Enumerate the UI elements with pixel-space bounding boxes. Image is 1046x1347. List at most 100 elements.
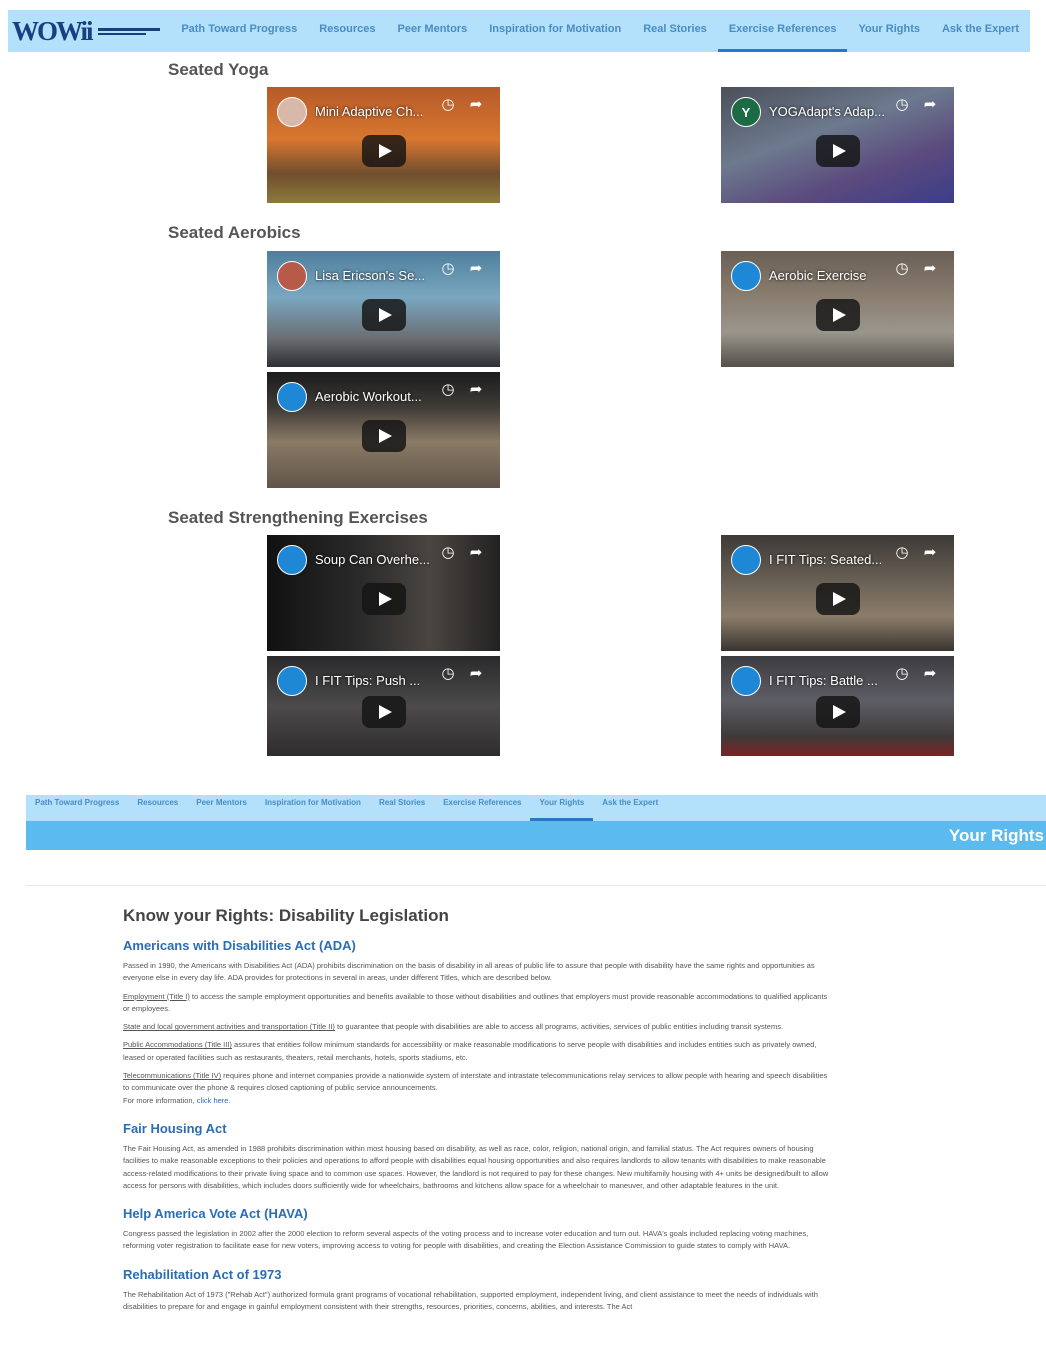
- hava-text: Congress passed the legislation in 2002 …: [123, 1229, 809, 1251]
- fha-heading: Fair Housing Act: [123, 1120, 227, 1136]
- play-button[interactable]: [361, 696, 406, 728]
- share-icon[interactable]: ➦: [468, 97, 484, 113]
- nav-inspiration[interactable]: Inspiration for Motivation: [478, 10, 632, 52]
- video-strength-2[interactable]: I FIT Tips: Seated... ◷ ➦: [721, 535, 954, 651]
- play-button[interactable]: [361, 135, 406, 167]
- watch-later-icon[interactable]: ◷: [440, 382, 456, 398]
- watch-later-icon[interactable]: ◷: [440, 545, 456, 561]
- video-title: Mini Adaptive Ch...: [315, 104, 424, 119]
- share-icon[interactable]: ➦: [922, 545, 938, 561]
- ada-title-1: Employment (Title I) to access the sampl…: [123, 991, 828, 1013]
- logo-tagline: [97, 27, 160, 35]
- rights-heading: Know your Rights: Disability Legislation: [123, 906, 449, 925]
- click-here-link[interactable]: click here.: [197, 1096, 231, 1105]
- subnav-path-toward-progress[interactable]: Path Toward Progress: [26, 795, 128, 821]
- nav-real-stories[interactable]: Real Stories: [632, 10, 718, 52]
- video-title: Aerobic Exercise: [769, 268, 867, 283]
- video-title: YOGAdapt's Adap...: [769, 104, 885, 119]
- watch-later-icon[interactable]: ◷: [440, 97, 456, 113]
- rehab-text: The Rehabilitation Act of 1973 ("Rehab A…: [123, 1289, 818, 1312]
- ada-title-2: State and local government activities an…: [123, 1022, 784, 1032]
- video-title: I FIT Tips: Push ...: [315, 673, 421, 688]
- hava-heading: Help America Vote Act (HAVA): [123, 1206, 308, 1222]
- ada-more-info: For more information, click here.: [123, 1095, 231, 1105]
- section-title-strengthening: Seated Strengthening Exercises: [168, 508, 428, 527]
- subnav-your-rights[interactable]: Your Rights: [530, 795, 593, 821]
- video-strength-1[interactable]: Soup Can Overhe... ◷ ➦: [267, 535, 500, 651]
- play-button[interactable]: [815, 135, 860, 167]
- nav-ask-the-expert[interactable]: Ask the Expert: [931, 10, 1030, 52]
- subnav-peer-mentors[interactable]: Peer Mentors: [187, 795, 256, 821]
- rehab-heading: Rehabilitation Act of 1973: [123, 1266, 282, 1282]
- video-aerobics-1[interactable]: Lisa Ericson's Se... ◷ ➦: [267, 251, 500, 367]
- secondary-nav: Path Toward Progress Resources Peer Ment…: [26, 795, 1046, 821]
- subnav-real-stories[interactable]: Real Stories: [370, 795, 434, 821]
- watch-later-icon[interactable]: ◷: [894, 261, 910, 277]
- share-icon[interactable]: ➦: [922, 261, 938, 277]
- channel-avatar: [277, 97, 307, 127]
- video-yoga-2[interactable]: Y YOGAdapt's Adap... ◷ ➦: [721, 87, 954, 203]
- video-title: I FIT Tips: Battle ...: [769, 673, 878, 688]
- watch-later-icon[interactable]: ◷: [894, 545, 910, 561]
- share-icon[interactable]: ➦: [922, 97, 938, 113]
- ada-intro: Passed in 1990, the Americans with Disab…: [123, 961, 815, 983]
- rights-content: Know your Rights: Disability Legislation…: [123, 906, 833, 1319]
- share-icon[interactable]: ➦: [468, 382, 484, 398]
- nav-path-toward-progress[interactable]: Path Toward Progress: [170, 10, 308, 52]
- share-icon[interactable]: ➦: [468, 666, 484, 682]
- subnav-ask-the-expert[interactable]: Ask the Expert: [593, 795, 667, 821]
- play-button[interactable]: [815, 583, 860, 615]
- fha-text: The Fair Housing Act, as amended in 1988…: [123, 1143, 829, 1190]
- play-button[interactable]: [361, 420, 406, 452]
- video-yoga-1[interactable]: Mini Adaptive Ch... ◷ ➦: [267, 87, 500, 203]
- title-2-link[interactable]: State and local government activities an…: [123, 1022, 335, 1031]
- channel-avatar: Y: [731, 97, 761, 127]
- channel-avatar: [277, 382, 307, 412]
- ada-title-3: Public Accommodations (Title III) assure…: [123, 1040, 817, 1062]
- nav-exercise-references[interactable]: Exercise References: [717, 10, 848, 52]
- channel-avatar: [277, 666, 307, 696]
- channel-avatar: [731, 545, 761, 575]
- section-title-aerobics: Seated Aerobics: [168, 223, 301, 242]
- channel-avatar: [277, 545, 307, 575]
- title-1-link[interactable]: Employment (Title I): [123, 992, 190, 1001]
- site-logo[interactable]: WOWii: [8, 10, 164, 52]
- share-icon[interactable]: ➦: [468, 261, 484, 277]
- top-nav: WOWii Path Toward Progress Resources Pee…: [8, 10, 1030, 52]
- share-icon[interactable]: ➦: [468, 545, 484, 561]
- watch-later-icon[interactable]: ◷: [894, 666, 910, 682]
- play-button[interactable]: [361, 299, 406, 331]
- ada-title-4: Telecommunications (Title IV) requires p…: [123, 1071, 828, 1093]
- play-button[interactable]: [361, 583, 406, 615]
- divider: [26, 885, 1046, 886]
- channel-avatar: [277, 261, 307, 291]
- nav-resources[interactable]: Resources: [308, 10, 386, 52]
- nav-peer-mentors[interactable]: Peer Mentors: [387, 10, 479, 52]
- ada-heading: Americans with Disabilities Act (ADA): [123, 938, 356, 953]
- video-title: Aerobic Workout...: [315, 389, 422, 404]
- subnav-resources[interactable]: Resources: [128, 795, 187, 821]
- watch-later-icon[interactable]: ◷: [440, 666, 456, 682]
- video-strength-3[interactable]: I FIT Tips: Push ... ◷ ➦: [267, 656, 500, 756]
- video-aerobics-2[interactable]: Aerobic Exercise ◷ ➦: [721, 251, 954, 367]
- video-title: Soup Can Overhe...: [315, 552, 430, 567]
- video-title: Lisa Ericson's Se...: [315, 268, 426, 283]
- subnav-inspiration[interactable]: Inspiration for Motivation: [256, 795, 370, 821]
- channel-avatar: [731, 666, 761, 696]
- play-button[interactable]: [815, 299, 860, 331]
- play-button[interactable]: [815, 696, 860, 728]
- banner-title: Your Rights: [948, 826, 1044, 845]
- video-aerobics-3[interactable]: Aerobic Workout... ◷ ➦: [267, 372, 500, 488]
- channel-avatar: [731, 261, 761, 291]
- title-3-link[interactable]: Public Accommodations (Title III): [123, 1040, 232, 1049]
- page-banner: Your Rights: [26, 821, 1046, 850]
- watch-later-icon[interactable]: ◷: [894, 97, 910, 113]
- watch-later-icon[interactable]: ◷: [440, 261, 456, 277]
- video-strength-4[interactable]: I FIT Tips: Battle ... ◷ ➦: [721, 656, 954, 756]
- subnav-exercise-references[interactable]: Exercise References: [434, 795, 530, 821]
- section-title-yoga: Seated Yoga: [168, 60, 269, 79]
- logo-text: WOWii: [12, 15, 94, 46]
- nav-your-rights[interactable]: Your Rights: [847, 10, 931, 52]
- title-4-link[interactable]: Telecommunications (Title IV): [123, 1071, 221, 1080]
- share-icon[interactable]: ➦: [922, 666, 938, 682]
